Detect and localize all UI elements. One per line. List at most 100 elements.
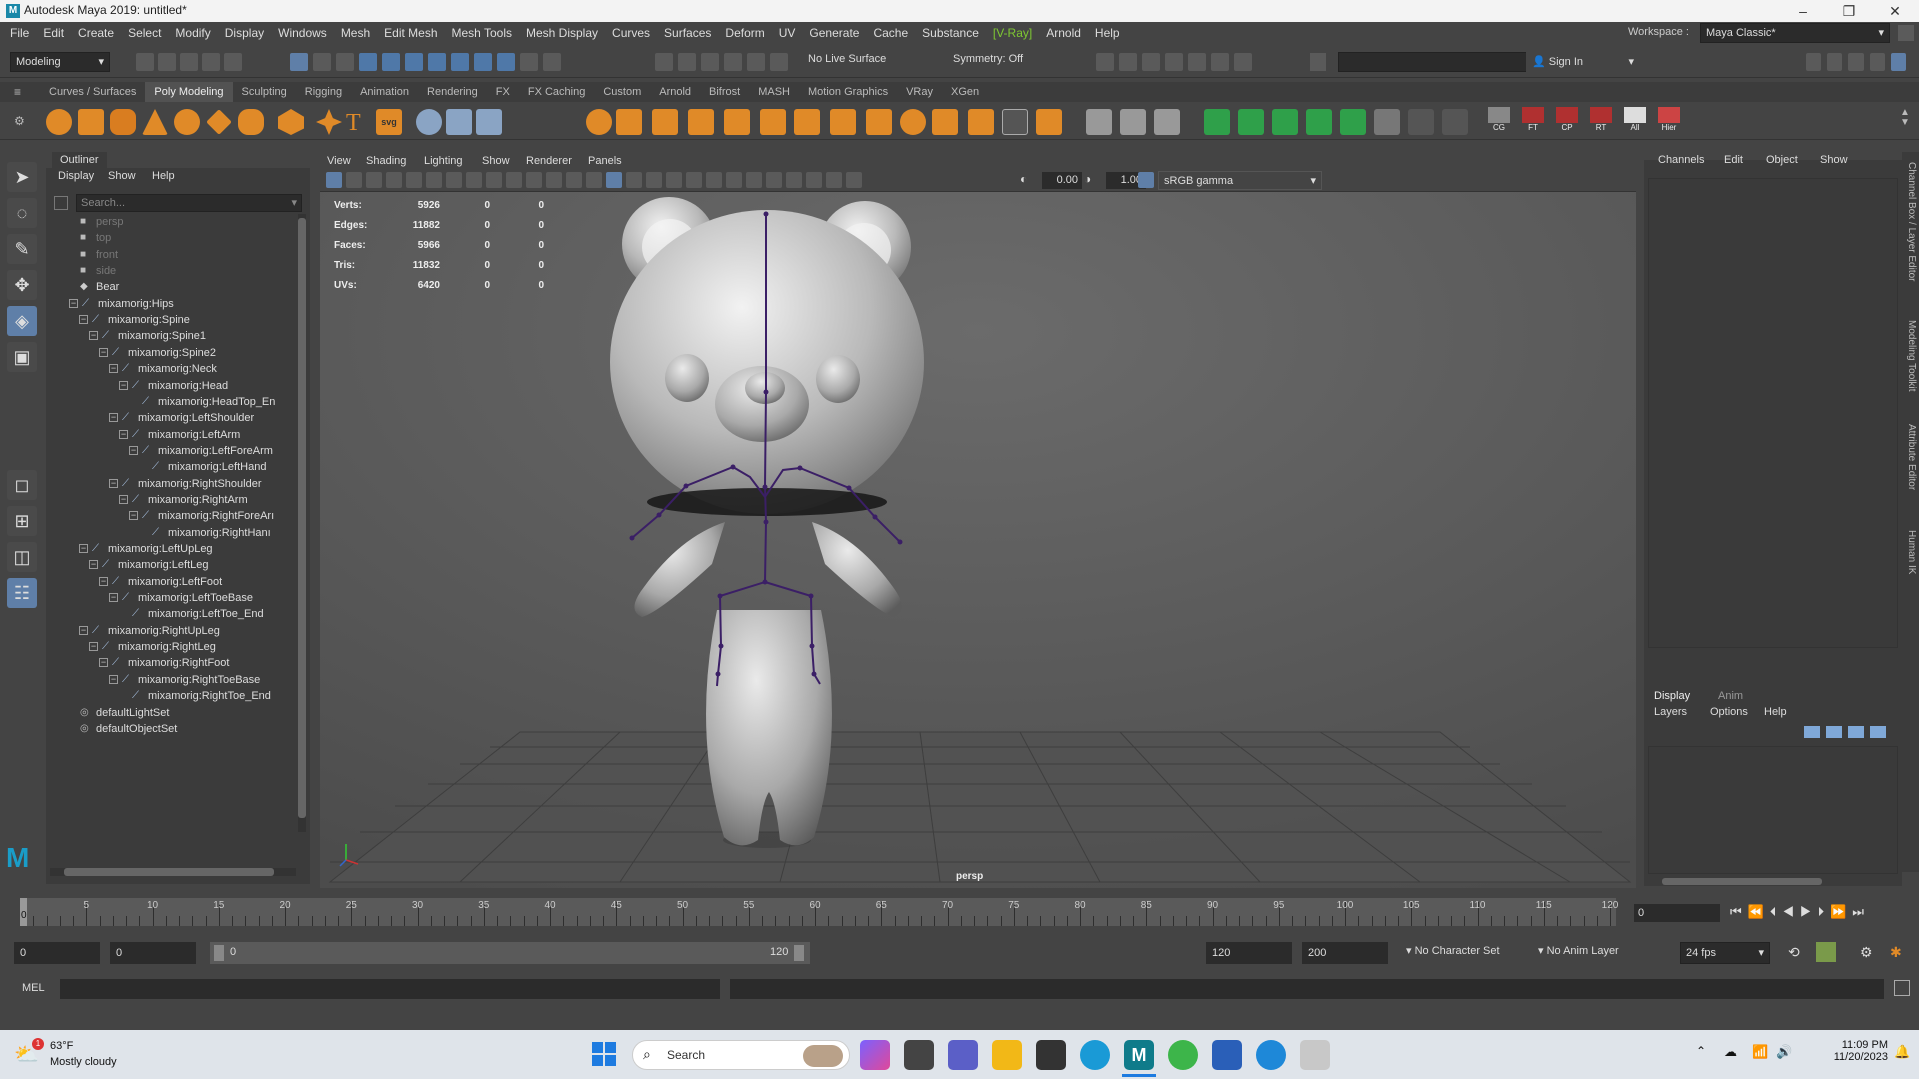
copilot-icon[interactable] bbox=[860, 1040, 890, 1070]
expand-toggle-icon[interactable]: − bbox=[109, 593, 118, 603]
poly-sphere-icon[interactable] bbox=[46, 109, 72, 135]
channel-box-icon[interactable] bbox=[1869, 53, 1885, 71]
snap-center-icon[interactable] bbox=[497, 53, 515, 71]
expand-toggle-icon[interactable]: − bbox=[109, 478, 118, 488]
outliner-row[interactable]: − ⟋ mixamorig:Spine1 bbox=[46, 328, 296, 344]
poly-cube-icon[interactable] bbox=[78, 109, 104, 135]
snap-view-icon[interactable] bbox=[428, 53, 446, 71]
select-camera-icon[interactable] bbox=[326, 172, 342, 188]
edit-menu[interactable]: Edit bbox=[1724, 154, 1743, 166]
auto-key-icon[interactable] bbox=[1816, 942, 1836, 962]
outliner-row[interactable]: ■ side bbox=[46, 263, 296, 279]
outliner-row[interactable]: − ⟋ mixamorig:RightFoot bbox=[46, 655, 296, 671]
ipr-render-icon[interactable] bbox=[1119, 53, 1137, 71]
outliner-row[interactable]: − ⟋ mixamorig:RightLeg bbox=[46, 639, 296, 655]
spark-icon[interactable] bbox=[1442, 109, 1468, 135]
clock[interactable]: 11:09 PM 11/20/2023 bbox=[1808, 1039, 1888, 1063]
shelf-tab-mash[interactable]: MASH bbox=[749, 82, 799, 102]
wireframe-icon[interactable] bbox=[586, 172, 602, 188]
outliner-row[interactable]: − ⟋ mixamorig:LeftLeg bbox=[46, 557, 296, 573]
soft-mod-icon[interactable] bbox=[1154, 109, 1180, 135]
lights-icon[interactable] bbox=[666, 172, 682, 188]
expand-toggle-icon[interactable]: − bbox=[89, 642, 98, 652]
outliner-row[interactable]: − ⟋ mixamorig:RightToeBase bbox=[46, 672, 296, 688]
outliner-row[interactable]: − ⟋ mixamorig:Neck bbox=[46, 361, 296, 377]
scale-tool-icon[interactable]: ▣ bbox=[7, 342, 37, 372]
object-menu[interactable]: Object bbox=[1766, 154, 1798, 166]
display-tab[interactable]: Display bbox=[1654, 690, 1690, 702]
outliner-row[interactable]: ■ front bbox=[46, 247, 296, 263]
expand-toggle-icon[interactable]: − bbox=[99, 576, 108, 586]
maya-taskbar-icon[interactable]: M bbox=[1124, 1040, 1154, 1070]
outliner-row[interactable]: ■ top bbox=[46, 230, 296, 246]
outliner-row[interactable]: − ⟋ mixamorig:Head bbox=[46, 378, 296, 394]
camera-attrs-icon[interactable] bbox=[346, 172, 362, 188]
2d-pan-icon[interactable] bbox=[406, 172, 422, 188]
playback-options-icon[interactable]: ✱ bbox=[1890, 944, 1902, 961]
backface-icon[interactable] bbox=[846, 172, 862, 188]
outliner-row[interactable]: − ⟋ mixamorig:LeftForeArm bbox=[46, 443, 296, 459]
range-start-handle[interactable] bbox=[214, 945, 224, 961]
wireframe-on-shaded-icon[interactable] bbox=[626, 172, 642, 188]
boolean-icon[interactable] bbox=[688, 109, 714, 135]
vp-menu-panels[interactable]: Panels bbox=[588, 152, 622, 170]
workspace-dropdown[interactable]: Maya Classic* ▾ bbox=[1700, 23, 1890, 43]
outliner-row[interactable]: ◆ Bear bbox=[46, 279, 296, 295]
bookmark-icon[interactable] bbox=[366, 172, 382, 188]
shelf-cg-button[interactable]: CG bbox=[1484, 107, 1514, 132]
four-pane-icon[interactable]: ⊞ bbox=[7, 506, 37, 536]
quick-rename-field[interactable] bbox=[1338, 52, 1534, 72]
3d-scene[interactable] bbox=[320, 192, 1636, 888]
save-scene-icon[interactable] bbox=[180, 53, 198, 71]
notepad-icon[interactable] bbox=[1212, 1040, 1242, 1070]
side-by-side-icon[interactable]: ◫ bbox=[7, 542, 37, 572]
poly-disc-icon[interactable] bbox=[238, 109, 264, 135]
fps-dropdown[interactable]: 24 fps ▾ bbox=[1680, 942, 1770, 964]
outliner-row[interactable]: − ⟋ mixamorig:RightUpLeg bbox=[46, 623, 296, 639]
anim-layer-dropdown[interactable]: ▾ No Anim Layer bbox=[1538, 944, 1619, 957]
menu-curves[interactable]: Curves bbox=[605, 22, 657, 44]
green-tool-5-icon[interactable] bbox=[1340, 109, 1366, 135]
outliner-hscrollbar[interactable] bbox=[50, 868, 296, 876]
shadows-icon[interactable] bbox=[686, 172, 702, 188]
start-button[interactable] bbox=[592, 1042, 616, 1066]
volume-icon[interactable]: 🔊 bbox=[1776, 1044, 1792, 1060]
xray-joints-icon[interactable] bbox=[826, 172, 842, 188]
snap-grid-icon[interactable] bbox=[359, 53, 377, 71]
type-tool-icon[interactable]: T bbox=[346, 110, 361, 137]
command-input[interactable] bbox=[60, 979, 720, 999]
outliner-persp-icon[interactable]: ☷ bbox=[7, 578, 37, 608]
green-tool-1-icon[interactable] bbox=[1204, 109, 1230, 135]
go-to-start-icon[interactable]: ⏮ bbox=[1730, 904, 1748, 919]
outliner-row[interactable]: ◎ defaultObjectSet bbox=[46, 721, 296, 737]
expand-toggle-icon[interactable]: − bbox=[79, 544, 88, 553]
outliner-row[interactable]: ⟋ mixamorig:HeadTop_En bbox=[46, 394, 296, 410]
film-gate-icon[interactable] bbox=[466, 172, 482, 188]
pause-icon[interactable] bbox=[1234, 53, 1252, 71]
anim-start-field[interactable]: 0 bbox=[110, 942, 196, 964]
poly-torus-icon[interactable] bbox=[174, 109, 200, 135]
store-icon[interactable] bbox=[1036, 1040, 1066, 1070]
menu-generate[interactable]: Generate bbox=[802, 22, 866, 44]
attribute-editor-side-tab[interactable]: Attribute Editor bbox=[1904, 424, 1917, 490]
new-layer-selected-icon[interactable] bbox=[1870, 726, 1886, 738]
outliner-row[interactable]: ⟋ mixamorig:RightHanı bbox=[46, 525, 296, 541]
start-time-field[interactable]: 0 bbox=[14, 942, 100, 964]
menu-surfaces[interactable]: Surfaces bbox=[657, 22, 718, 44]
outliner-menu-display[interactable]: Display bbox=[58, 170, 94, 182]
modeling-toolkit-icon[interactable] bbox=[1806, 53, 1822, 71]
menu-select[interactable]: Select bbox=[121, 22, 168, 44]
menu-uv[interactable]: UV bbox=[772, 22, 803, 44]
soft-select-icon[interactable] bbox=[724, 53, 742, 71]
mode-dropdown[interactable]: Modeling ▾ bbox=[10, 52, 110, 72]
color-space-dropdown[interactable]: sRGB gamma ▾ bbox=[1158, 171, 1322, 190]
menu-file[interactable]: File bbox=[3, 22, 36, 44]
select-tool-icon[interactable]: ➤ bbox=[7, 162, 37, 192]
append-icon[interactable] bbox=[866, 109, 892, 135]
expand-toggle-icon[interactable]: − bbox=[79, 315, 88, 325]
expand-toggle-icon[interactable]: − bbox=[89, 331, 98, 341]
menu-mesh-tools[interactable]: Mesh Tools bbox=[445, 22, 519, 44]
measure-icon[interactable] bbox=[416, 109, 442, 135]
step-back-key-icon[interactable]: ⏪ bbox=[1748, 904, 1770, 919]
outliner-row[interactable]: ⟋ mixamorig:RightToe_End bbox=[46, 688, 296, 704]
